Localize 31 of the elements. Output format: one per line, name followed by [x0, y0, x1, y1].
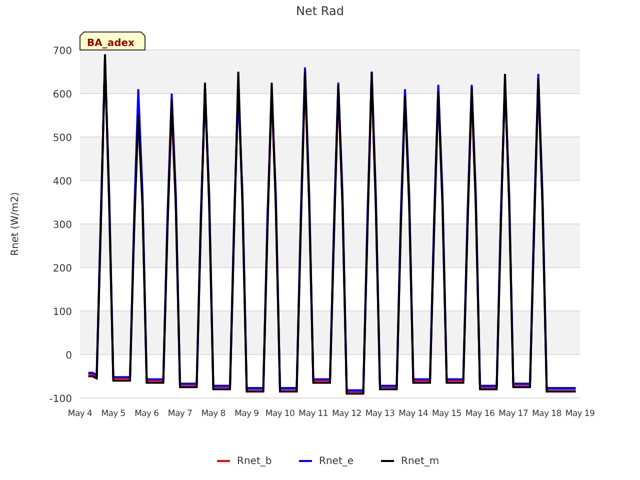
y-tick-label: 300 — [52, 220, 72, 231]
x-tick-label: May 13 — [365, 409, 395, 419]
y-tick-label: 200 — [52, 264, 72, 274]
legend-label: Rnet_m — [401, 456, 440, 467]
chart-title: Net Rad — [296, 4, 344, 18]
x-tick-label: May 18 — [532, 409, 562, 419]
x-tick-label: May 6 — [134, 409, 159, 419]
y-tick-label: 600 — [52, 90, 72, 100]
x-tick-label: May 8 — [201, 409, 226, 419]
y-tick-label: 400 — [52, 176, 72, 188]
x-tick-label: May 17 — [498, 409, 528, 419]
x-tick-label: May 7 — [168, 409, 192, 419]
x-tick-label: May 16 — [465, 409, 495, 419]
x-tick-label: May 14 — [398, 409, 428, 419]
legend-label: Rnet_b — [237, 456, 272, 467]
y-tick-label: 500 — [52, 133, 72, 144]
x-tick-label: May 9 — [234, 409, 259, 419]
y-tick-label: 700 — [52, 46, 72, 57]
legend-label: Rnet_e — [319, 456, 354, 467]
x-tick-label: May 10 — [265, 409, 295, 419]
x-tick-label: May 15 — [432, 409, 462, 419]
y-axis-label: Rnet (W/m2) — [10, 192, 21, 256]
x-tick-label: May 12 — [332, 409, 362, 419]
y-tick-label: -100 — [49, 394, 72, 405]
x-tick-label: May 19 — [565, 409, 595, 419]
x-tick-label: May 11 — [298, 409, 328, 419]
x-tick-label: May 5 — [101, 409, 126, 419]
y-tick-label: 100 — [52, 307, 72, 318]
badge: BA_adex — [80, 32, 146, 50]
x-tick-label: May 4 — [68, 409, 92, 419]
y-tick-label: 0 — [66, 350, 72, 362]
